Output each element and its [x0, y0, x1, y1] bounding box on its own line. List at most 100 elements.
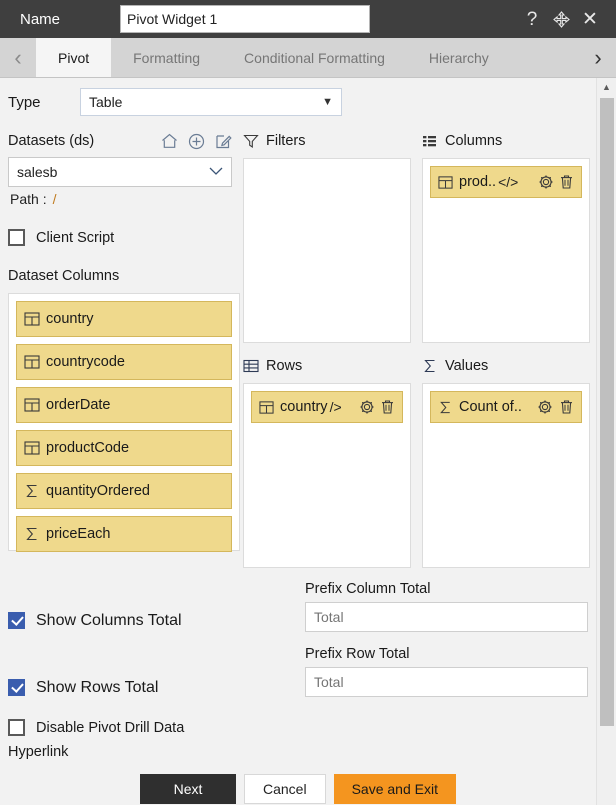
- cancel-button[interactable]: Cancel: [244, 774, 326, 804]
- sigma-icon: [422, 358, 438, 374]
- chevron-down-icon: [209, 158, 223, 176]
- dataset-select[interactable]: salesb: [8, 157, 232, 187]
- trash-icon[interactable]: [380, 399, 395, 415]
- rows-dropzone[interactable]: country />: [243, 383, 411, 568]
- dataset-column-item[interactable]: productCode: [16, 430, 232, 466]
- home-icon[interactable]: [161, 133, 178, 150]
- values-chip[interactable]: Count of..: [430, 391, 582, 423]
- rows-chip[interactable]: country />: [251, 391, 403, 423]
- prefix-column-total-label: Prefix Column Total: [305, 581, 431, 597]
- columns-label: Columns: [445, 133, 503, 149]
- window-titlebar: Name Pivot Widget 1 ? ✕: [0, 0, 616, 38]
- code-icon[interactable]: />: [330, 399, 342, 415]
- tab-pivot[interactable]: Pivot: [36, 38, 112, 77]
- filters-dropzone[interactable]: [243, 158, 411, 343]
- columns-chip[interactable]: prod.. </>: [430, 166, 582, 198]
- table-icon: [438, 175, 453, 190]
- gear-icon[interactable]: [359, 399, 375, 415]
- footer-buttons: Next Cancel Save and Exit: [8, 774, 588, 804]
- sigma-icon: [438, 400, 453, 415]
- bottom-options-right: Prefix Column Total Prefix Row Total: [302, 581, 588, 760]
- tab-scroll-right-icon[interactable]: ›: [580, 38, 616, 77]
- rows-label: Rows: [266, 358, 303, 374]
- values-chip-label: Count of..: [459, 399, 522, 415]
- tab-conditional-formatting[interactable]: Conditional Formatting: [222, 38, 407, 77]
- dataset-columns-header: Dataset Columns: [8, 265, 240, 287]
- code-icon[interactable]: </>: [498, 174, 518, 190]
- scrollbar-thumb[interactable]: [600, 98, 614, 726]
- dataset-path: Path : /: [10, 191, 240, 207]
- dataset-column-label: orderDate: [46, 397, 111, 413]
- client-script-row[interactable]: Client Script: [8, 229, 240, 246]
- left-column: Datasets (ds) salesb Path: / Client Scr…: [8, 130, 240, 568]
- columns-values-stack: Columns prod.. </> Values Count of..: [422, 130, 590, 568]
- tab-hierarchy[interactable]: Hierarchy: [407, 38, 511, 77]
- disable-pivot-drill-row[interactable]: Disable Pivot Drill Data: [8, 719, 302, 736]
- filters-rows-stack: Filters Rows country />: [243, 130, 411, 568]
- dataset-column-label: priceEach: [46, 526, 111, 542]
- table-icon: [24, 397, 40, 413]
- table-icon: [24, 354, 40, 370]
- client-script-checkbox[interactable]: [8, 229, 25, 246]
- gear-icon[interactable]: [537, 399, 553, 415]
- show-columns-total-row[interactable]: Show Columns Total: [8, 587, 302, 654]
- help-icon[interactable]: ?: [522, 8, 542, 30]
- close-icon[interactable]: ✕: [580, 8, 600, 30]
- name-label: Name: [20, 10, 61, 28]
- save-and-exit-button[interactable]: Save and Exit: [333, 774, 456, 804]
- datasets-label: Datasets (ds): [8, 133, 95, 149]
- trash-icon[interactable]: [559, 174, 574, 190]
- table-icon: [259, 400, 274, 415]
- dataset-column-item[interactable]: orderDate: [16, 387, 232, 423]
- move-icon[interactable]: [551, 8, 571, 30]
- filter-icon: [243, 133, 259, 149]
- datasets-header: Datasets (ds): [8, 130, 240, 152]
- tab-bar: ‹ Pivot Formatting Conditional Formattin…: [0, 38, 616, 78]
- gear-icon[interactable]: [538, 174, 554, 190]
- type-row: Type Table ▼: [8, 88, 588, 116]
- dataset-columns-list[interactable]: country countrycode orderDate productCod…: [8, 293, 240, 552]
- datasets-toolbar: [161, 133, 240, 150]
- filters-label: Filters: [266, 133, 306, 149]
- show-rows-total-row[interactable]: Show Rows Total: [8, 654, 302, 721]
- rows-header: Rows: [243, 355, 411, 377]
- dataset-column-item[interactable]: priceEach: [16, 516, 232, 552]
- prefix-row-total-label: Prefix Row Total: [305, 646, 410, 662]
- dataset-column-item[interactable]: quantityOrdered: [16, 473, 232, 509]
- path-value: /: [52, 191, 57, 207]
- main-columns: Datasets (ds) salesb Path: / Client Scr…: [8, 130, 590, 568]
- show-rows-total-checkbox[interactable]: [8, 679, 25, 696]
- filters-header: Filters: [243, 130, 411, 152]
- disable-pivot-drill-label: Disable Pivot Drill Data: [36, 719, 185, 736]
- scroll-up-icon[interactable]: ▲: [597, 78, 616, 96]
- values-dropzone[interactable]: Count of..: [422, 383, 590, 568]
- columns-dropzone[interactable]: prod.. </>: [422, 158, 590, 343]
- tab-scroll-left-icon[interactable]: ‹: [0, 38, 36, 77]
- pivot-settings-panel: Type Table ▼ Datasets (ds) salesb Path:…: [0, 78, 596, 805]
- dataset-column-item[interactable]: countrycode: [16, 344, 232, 380]
- prefix-row-total-input[interactable]: [305, 667, 588, 697]
- client-script-label: Client Script: [36, 229, 115, 246]
- type-select[interactable]: Table ▼: [80, 88, 342, 116]
- show-columns-total-checkbox[interactable]: [8, 612, 25, 629]
- dataset-column-label: country: [46, 311, 94, 327]
- dataset-column-label: quantityOrdered: [46, 483, 150, 499]
- trash-icon[interactable]: [559, 399, 574, 415]
- columns-list-icon: [422, 133, 438, 149]
- sigma-icon: [24, 483, 40, 499]
- tab-formatting[interactable]: Formatting: [111, 38, 222, 77]
- vertical-scrollbar[interactable]: ▲ ▼: [596, 78, 616, 805]
- columns-chip-actions: [538, 174, 574, 190]
- edit-icon[interactable]: [215, 133, 232, 150]
- table-icon: [24, 311, 40, 327]
- disable-pivot-drill-checkbox[interactable]: [8, 719, 25, 736]
- path-label: Path :: [10, 191, 47, 207]
- type-select-value: Table: [89, 94, 123, 110]
- table-icon: [24, 440, 40, 456]
- widget-name-input[interactable]: Pivot Widget 1: [120, 5, 370, 33]
- prefix-column-total-input[interactable]: [305, 602, 588, 632]
- chevron-down-icon: ▼: [322, 96, 333, 108]
- next-button[interactable]: Next: [140, 774, 236, 804]
- add-circle-icon[interactable]: [188, 133, 205, 150]
- dataset-column-item[interactable]: country: [16, 301, 232, 337]
